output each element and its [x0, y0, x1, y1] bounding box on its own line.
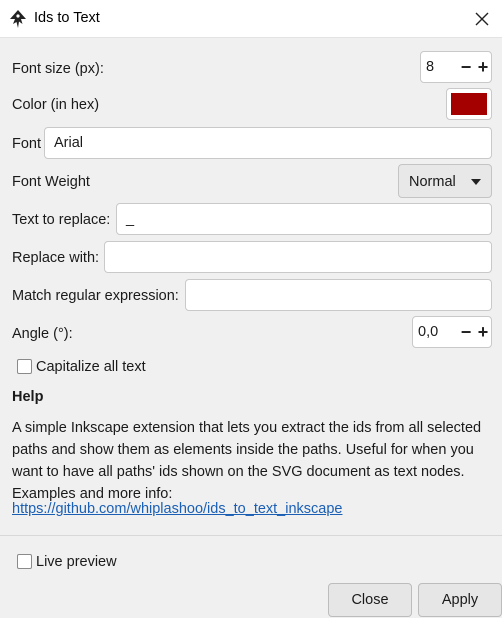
- capitalize-label[interactable]: Capitalize all text: [36, 359, 146, 375]
- font-weight-selected: Normal: [409, 174, 456, 190]
- capitalize-checkbox[interactable]: [17, 359, 32, 374]
- help-heading: Help: [12, 389, 44, 405]
- chevron-down-icon: [471, 179, 481, 185]
- angle-label: Angle (°):: [12, 326, 73, 342]
- font-size-spinbutton[interactable]: 8 − +: [420, 51, 492, 83]
- text-to-replace-value[interactable]: _: [126, 211, 134, 227]
- font-weight-label: Font Weight: [12, 174, 90, 190]
- apply-button[interactable]: Apply: [418, 583, 502, 617]
- replace-with-label: Replace with:: [12, 250, 100, 266]
- regex-label: Match regular expression:: [12, 288, 179, 304]
- font-size-value[interactable]: 8: [426, 59, 434, 75]
- text-to-replace-input[interactable]: _: [116, 203, 492, 235]
- increment-button[interactable]: +: [474, 317, 492, 347]
- color-picker-button[interactable]: [446, 88, 492, 120]
- font-label: Font: [12, 136, 42, 152]
- text-to-replace-label: Text to replace:: [12, 212, 111, 228]
- title-bar: Ids to Text: [0, 0, 502, 38]
- angle-value[interactable]: 0,0: [418, 324, 438, 340]
- font-weight-dropdown[interactable]: Normal: [398, 164, 492, 198]
- color-label: Color (in hex): [12, 97, 100, 113]
- live-preview-checkbox[interactable]: [17, 554, 32, 569]
- help-link[interactable]: https://github.com/whiplashoo/ids_to_tex…: [12, 501, 342, 517]
- angle-spinbutton[interactable]: 0,0 − +: [412, 316, 492, 348]
- help-text: A simple Inkscape extension that lets yo…: [12, 420, 482, 502]
- regex-input[interactable]: [185, 279, 492, 311]
- increment-button[interactable]: +: [474, 52, 492, 82]
- font-input-value[interactable]: Arial: [54, 135, 83, 151]
- decrement-button[interactable]: −: [457, 317, 475, 347]
- color-swatch: [451, 93, 487, 115]
- replace-with-input[interactable]: [104, 241, 492, 273]
- font-input[interactable]: Arial: [44, 127, 492, 159]
- font-size-label: Font size (px):: [12, 61, 104, 77]
- divider: [0, 535, 502, 536]
- close-button[interactable]: Close: [328, 583, 412, 617]
- close-icon[interactable]: [470, 7, 494, 31]
- inkscape-logo-icon: [10, 10, 26, 28]
- live-preview-label[interactable]: Live preview: [36, 554, 117, 570]
- decrement-button[interactable]: −: [457, 52, 475, 82]
- window-title: Ids to Text: [34, 10, 100, 26]
